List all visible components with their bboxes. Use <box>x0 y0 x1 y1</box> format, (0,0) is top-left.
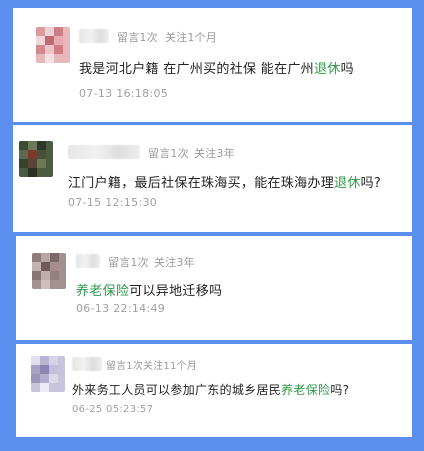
username[interactable] <box>68 145 140 159</box>
timestamp: 06-25 05:23:57 <box>72 404 154 415</box>
follow-duration: 关注11个月 <box>143 361 197 372</box>
avatar[interactable] <box>19 141 53 177</box>
message-count: 留言1次 <box>148 147 189 160</box>
message-count: 留言1次 <box>108 256 149 269</box>
timestamp: 07-15 12:15:30 <box>68 196 158 209</box>
follow-duration: 关注1个月 <box>165 31 217 44</box>
timestamp: 06-13 22:14:49 <box>76 302 166 315</box>
message-count: 留言1次 <box>117 31 158 44</box>
keyword-link[interactable]: 退休 <box>314 62 341 77</box>
comment-card: 留言1次 关注3年 养老保险可以异地迁移吗 06-13 22:14:49 <box>16 236 412 340</box>
timestamp: 07-13 16:18:05 <box>79 87 169 100</box>
avatar[interactable] <box>32 253 66 289</box>
question-text[interactable]: 养老保险可以异地迁移吗 <box>76 280 222 299</box>
follow-duration: 关注3年 <box>154 256 195 269</box>
avatar[interactable] <box>31 356 65 392</box>
message-count: 留言1次 <box>106 361 144 372</box>
question-text[interactable]: 外来务工人员可以参加广东的城乡居民养老保险吗? <box>72 381 349 398</box>
username[interactable] <box>72 357 102 371</box>
follow-duration: 关注3年 <box>194 147 235 160</box>
keyword-link[interactable]: 养老保险 <box>281 383 330 397</box>
avatar[interactable] <box>36 27 70 63</box>
username[interactable] <box>79 29 109 43</box>
question-text[interactable]: 我是河北户籍 在广州买的社保 能在广州退休吗 <box>79 58 354 77</box>
keyword-link[interactable]: 养老保险 <box>76 284 129 299</box>
question-text[interactable]: 江门户籍，最后社保在珠海买，能在珠海办理退休吗? <box>68 172 381 191</box>
comment-card: 留言1次 关注11个月 外来务工人员可以参加广东的城乡居民养老保险吗? 06-2… <box>16 344 412 437</box>
username[interactable] <box>76 254 100 268</box>
comment-card: 留言1次 关注1个月 我是河北户籍 在广州买的社保 能在广州退休吗 07-13 … <box>13 8 412 122</box>
comment-card: 留言1次 关注3年 江门户籍，最后社保在珠海买，能在珠海办理退休吗? 07-15… <box>13 125 412 232</box>
keyword-link[interactable]: 退休 <box>334 176 361 191</box>
